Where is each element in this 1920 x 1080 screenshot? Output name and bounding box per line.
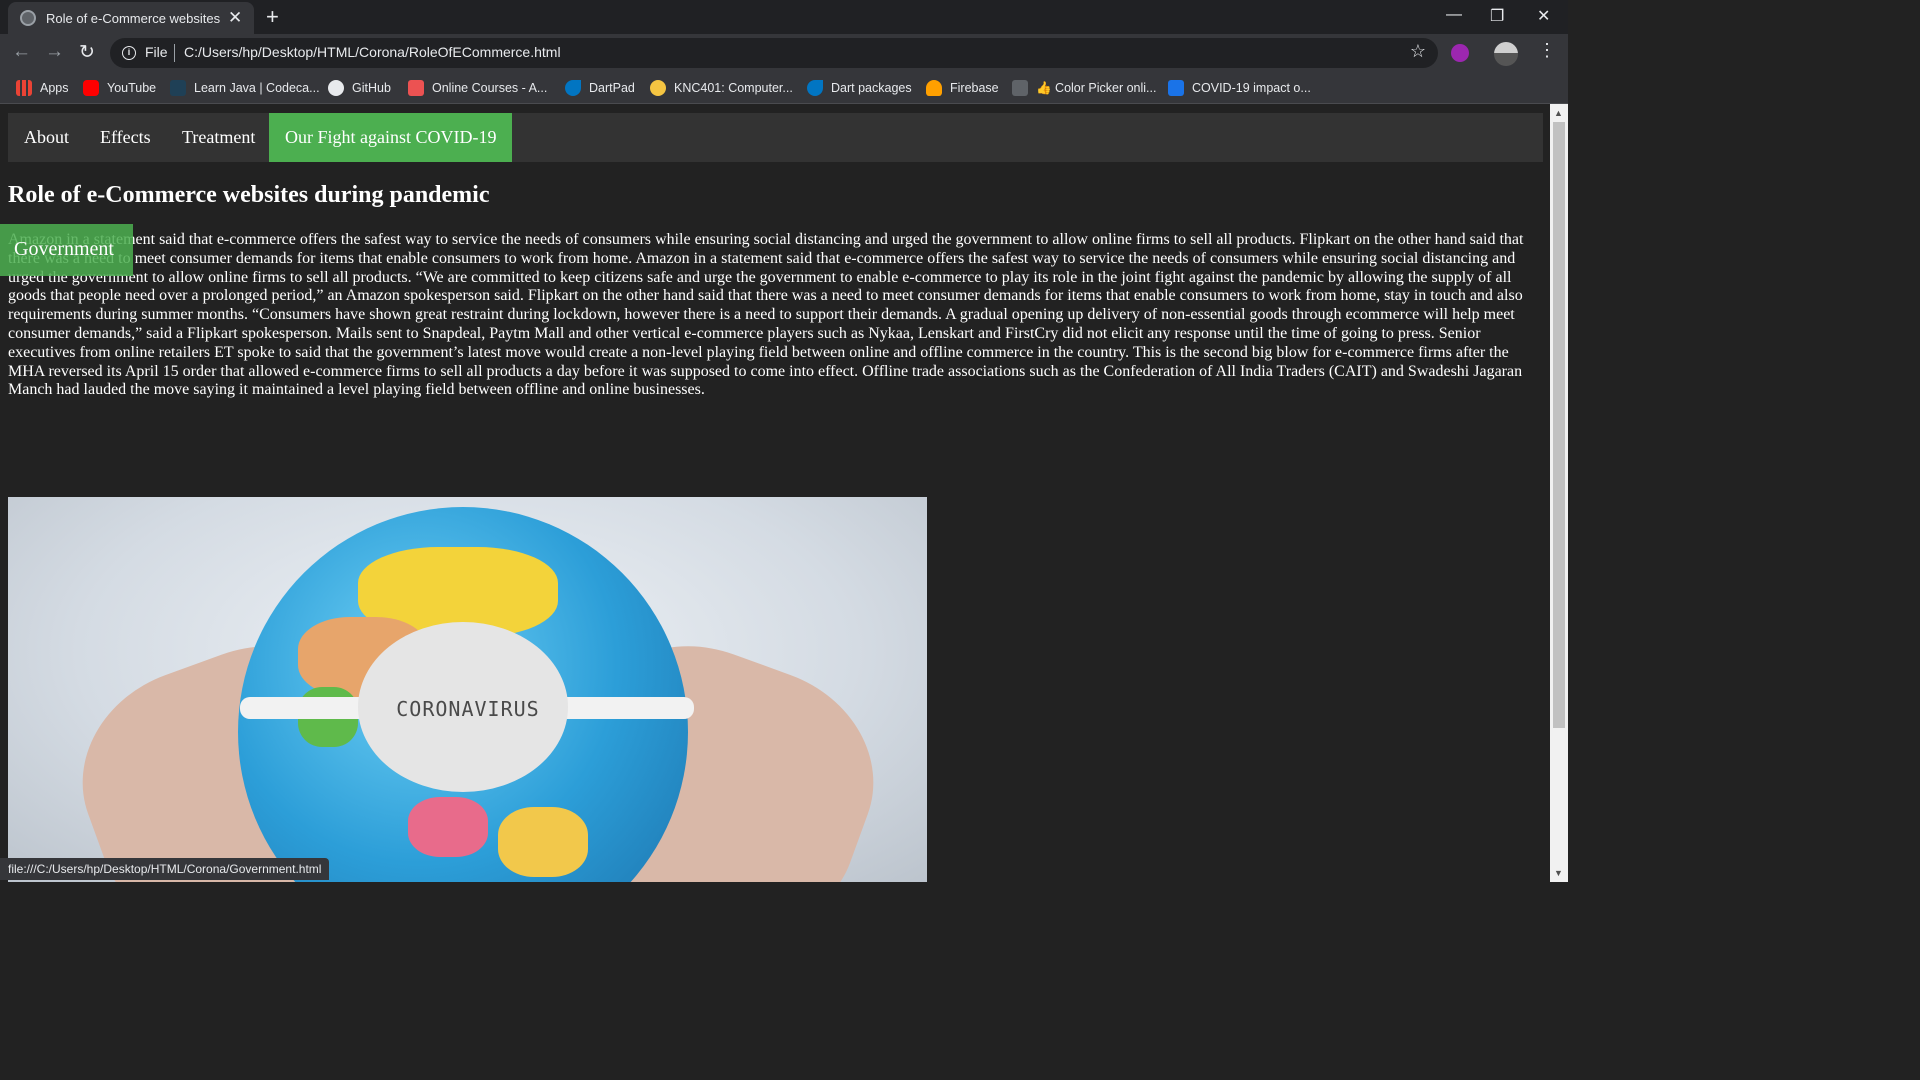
browser-tab[interactable]: Role of e-Commerce websites du ✕ bbox=[8, 2, 254, 34]
page-viewport: About Effects Treatment Our Fight agains… bbox=[0, 104, 1550, 882]
tab-title: Role of e-Commerce websites du bbox=[46, 10, 224, 26]
bookmark-udemy[interactable]: Online Courses - A... bbox=[408, 78, 547, 98]
bookmark-color-picker[interactable]: 👍 Color Picker onli... bbox=[1012, 78, 1156, 98]
back-button[interactable]: ← bbox=[12, 41, 31, 63]
nav-effects[interactable]: Effects bbox=[84, 113, 167, 162]
bookmarks-bar: Apps YouTube Learn Java | Codeca... GitH… bbox=[0, 72, 1568, 104]
minimize-button[interactable]: — bbox=[1446, 6, 1462, 24]
bookmark-star-icon[interactable]: ☆ bbox=[1410, 41, 1426, 62]
land-mass bbox=[498, 807, 588, 877]
bookmark-firebase[interactable]: Firebase bbox=[926, 78, 999, 98]
tab-strip: Role of e-Commerce websites du ✕ + — ❐ ✕ bbox=[0, 0, 1568, 34]
dart-icon bbox=[565, 80, 581, 96]
youtube-icon bbox=[83, 80, 99, 96]
reload-button[interactable]: ↻ bbox=[79, 41, 95, 64]
bookmark-covid-impact[interactable]: COVID-19 impact o... bbox=[1168, 78, 1311, 98]
bookmark-label: Firebase bbox=[950, 81, 999, 95]
bookmark-label: KNC401: Computer... bbox=[674, 81, 793, 95]
info-icon[interactable]: i bbox=[122, 46, 136, 60]
bookmark-label: Apps bbox=[40, 81, 69, 95]
firebase-icon bbox=[926, 80, 942, 96]
restore-button[interactable]: ❐ bbox=[1490, 6, 1504, 26]
land-mass bbox=[408, 797, 488, 857]
forward-button[interactable]: → bbox=[45, 41, 64, 63]
bookmark-knc401[interactable]: KNC401: Computer... bbox=[650, 78, 793, 98]
address-separator bbox=[174, 44, 175, 62]
article-body: Amazon in a statement said that e-commer… bbox=[8, 231, 1524, 399]
bookmark-apps[interactable]: Apps bbox=[16, 78, 69, 98]
bookmark-label: COVID-19 impact o... bbox=[1192, 81, 1311, 95]
bookmark-label: Dart packages bbox=[831, 81, 912, 95]
bookmark-label: 👍 Color Picker onli... bbox=[1036, 80, 1157, 95]
globe-icon bbox=[20, 10, 36, 26]
bookmark-label: DartPad bbox=[589, 81, 635, 95]
dropdown-menu[interactable]: Government bbox=[0, 224, 133, 276]
bookmark-dartpad[interactable]: DartPad bbox=[565, 78, 635, 98]
dropdown-item-government[interactable]: Government bbox=[14, 238, 114, 261]
nav-about[interactable]: About bbox=[8, 113, 85, 162]
bookmark-codecademy[interactable]: Learn Java | Codeca... bbox=[170, 78, 320, 98]
scroll-thumb[interactable] bbox=[1553, 122, 1565, 728]
extension-icon[interactable] bbox=[1451, 44, 1469, 62]
scroll-down-icon[interactable]: ▼ bbox=[1554, 868, 1563, 878]
address-bar[interactable]: i File C:/Users/hp/Desktop/HTML/Corona/R… bbox=[110, 38, 1438, 68]
address-url[interactable]: C:/Users/hp/Desktop/HTML/Corona/RoleOfEC… bbox=[184, 44, 561, 60]
browser-toolbar: ← → ↻ i File C:/Users/hp/Desktop/HTML/Co… bbox=[0, 34, 1568, 72]
color-picker-icon bbox=[1012, 80, 1028, 96]
new-tab-button[interactable]: + bbox=[266, 4, 279, 30]
browser-menu-icon[interactable]: ⋮ bbox=[1538, 40, 1556, 61]
dh-icon bbox=[1168, 80, 1184, 96]
hero-image: CORONAVIRUS bbox=[8, 497, 927, 882]
profile-avatar[interactable] bbox=[1494, 42, 1518, 66]
bookmark-youtube[interactable]: YouTube bbox=[83, 78, 156, 98]
site-navbar: About Effects Treatment Our Fight agains… bbox=[8, 113, 1543, 162]
address-scheme: File bbox=[145, 44, 168, 60]
close-window-button[interactable]: ✕ bbox=[1537, 6, 1550, 26]
bookmark-dart-packages[interactable]: Dart packages bbox=[807, 78, 912, 98]
github-icon bbox=[328, 80, 344, 96]
dart-icon bbox=[807, 80, 823, 96]
page-scrollbar[interactable]: ▲ ▼ bbox=[1550, 104, 1568, 882]
bookmark-label: YouTube bbox=[107, 81, 157, 95]
bookmark-label: Online Courses - A... bbox=[432, 81, 548, 95]
close-tab-icon[interactable]: ✕ bbox=[228, 8, 242, 28]
apps-grid-icon bbox=[16, 80, 32, 96]
link-status-bar: file:///C:/Users/hp/Desktop/HTML/Corona/… bbox=[0, 858, 330, 880]
bookmark-label: Learn Java | Codeca... bbox=[194, 81, 320, 95]
bookmark-github[interactable]: GitHub bbox=[328, 78, 391, 98]
page-title: Role of e-Commerce websites during pande… bbox=[8, 182, 490, 208]
knc-icon bbox=[650, 80, 666, 96]
nav-our-fight[interactable]: Our Fight against COVID-19 bbox=[269, 113, 513, 162]
udemy-icon bbox=[408, 80, 424, 96]
mask-label: CORONAVIRUS bbox=[396, 697, 540, 721]
nav-treatment[interactable]: Treatment bbox=[166, 113, 271, 162]
codecademy-icon bbox=[170, 80, 186, 96]
scroll-up-icon[interactable]: ▲ bbox=[1554, 108, 1563, 118]
bookmark-label: GitHub bbox=[352, 81, 391, 95]
